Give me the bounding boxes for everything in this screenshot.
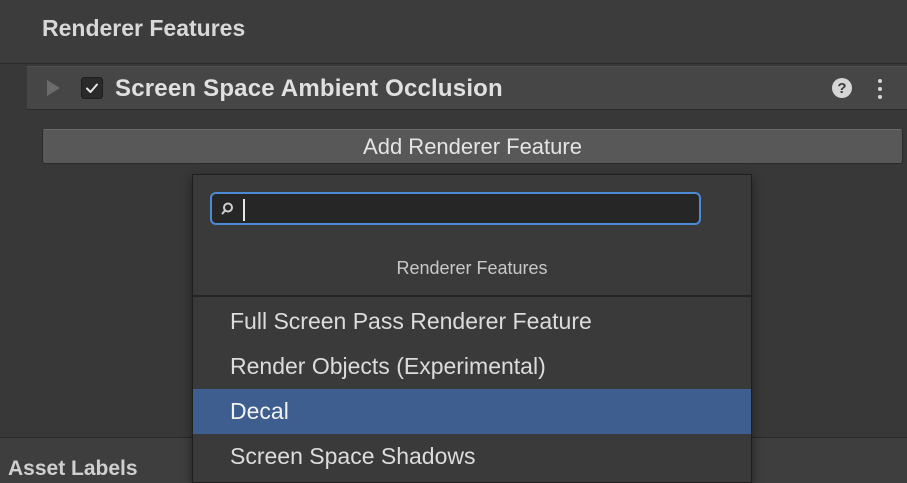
dropdown-list: Full Screen Pass Renderer Feature Render…: [193, 299, 751, 479]
feature-enabled-checkbox[interactable]: [81, 77, 103, 99]
kebab-menu-icon[interactable]: [875, 77, 885, 101]
renderer-feature-dropdown: Renderer Features Full Screen Pass Rende…: [192, 174, 752, 483]
inspector-panel: Renderer Features Screen Space Ambient O…: [0, 0, 907, 483]
menu-dot: [878, 79, 882, 83]
search-input[interactable]: [242, 197, 692, 221]
help-glyph: ?: [837, 79, 847, 97]
menu-dot: [878, 87, 882, 91]
renderer-features-header: Renderer Features: [0, 0, 907, 64]
foldout-arrow-icon[interactable]: [47, 80, 60, 96]
dropdown-item-full-screen-pass[interactable]: Full Screen Pass Renderer Feature: [193, 299, 751, 344]
dropdown-header: Renderer Features: [193, 241, 751, 297]
checkmark-icon: [86, 83, 98, 93]
dropdown-item-render-objects[interactable]: Render Objects (Experimental): [193, 344, 751, 389]
dropdown-item-decal[interactable]: Decal: [193, 389, 751, 434]
help-icon[interactable]: ?: [832, 78, 852, 98]
search-icon: [221, 202, 233, 215]
feature-name: Screen Space Ambient Occlusion: [115, 75, 503, 102]
dropdown-item-screen-space-shadows[interactable]: Screen Space Shadows: [193, 434, 751, 479]
feature-row-ssao[interactable]: Screen Space Ambient Occlusion ?: [27, 66, 907, 110]
section-title: Renderer Features: [42, 15, 246, 41]
text-caret: [243, 199, 245, 221]
add-renderer-feature-button[interactable]: Add Renderer Feature: [42, 129, 903, 164]
menu-dot: [878, 95, 882, 99]
asset-labels-label: Asset Labels: [8, 457, 138, 480]
search-field[interactable]: [210, 192, 701, 225]
